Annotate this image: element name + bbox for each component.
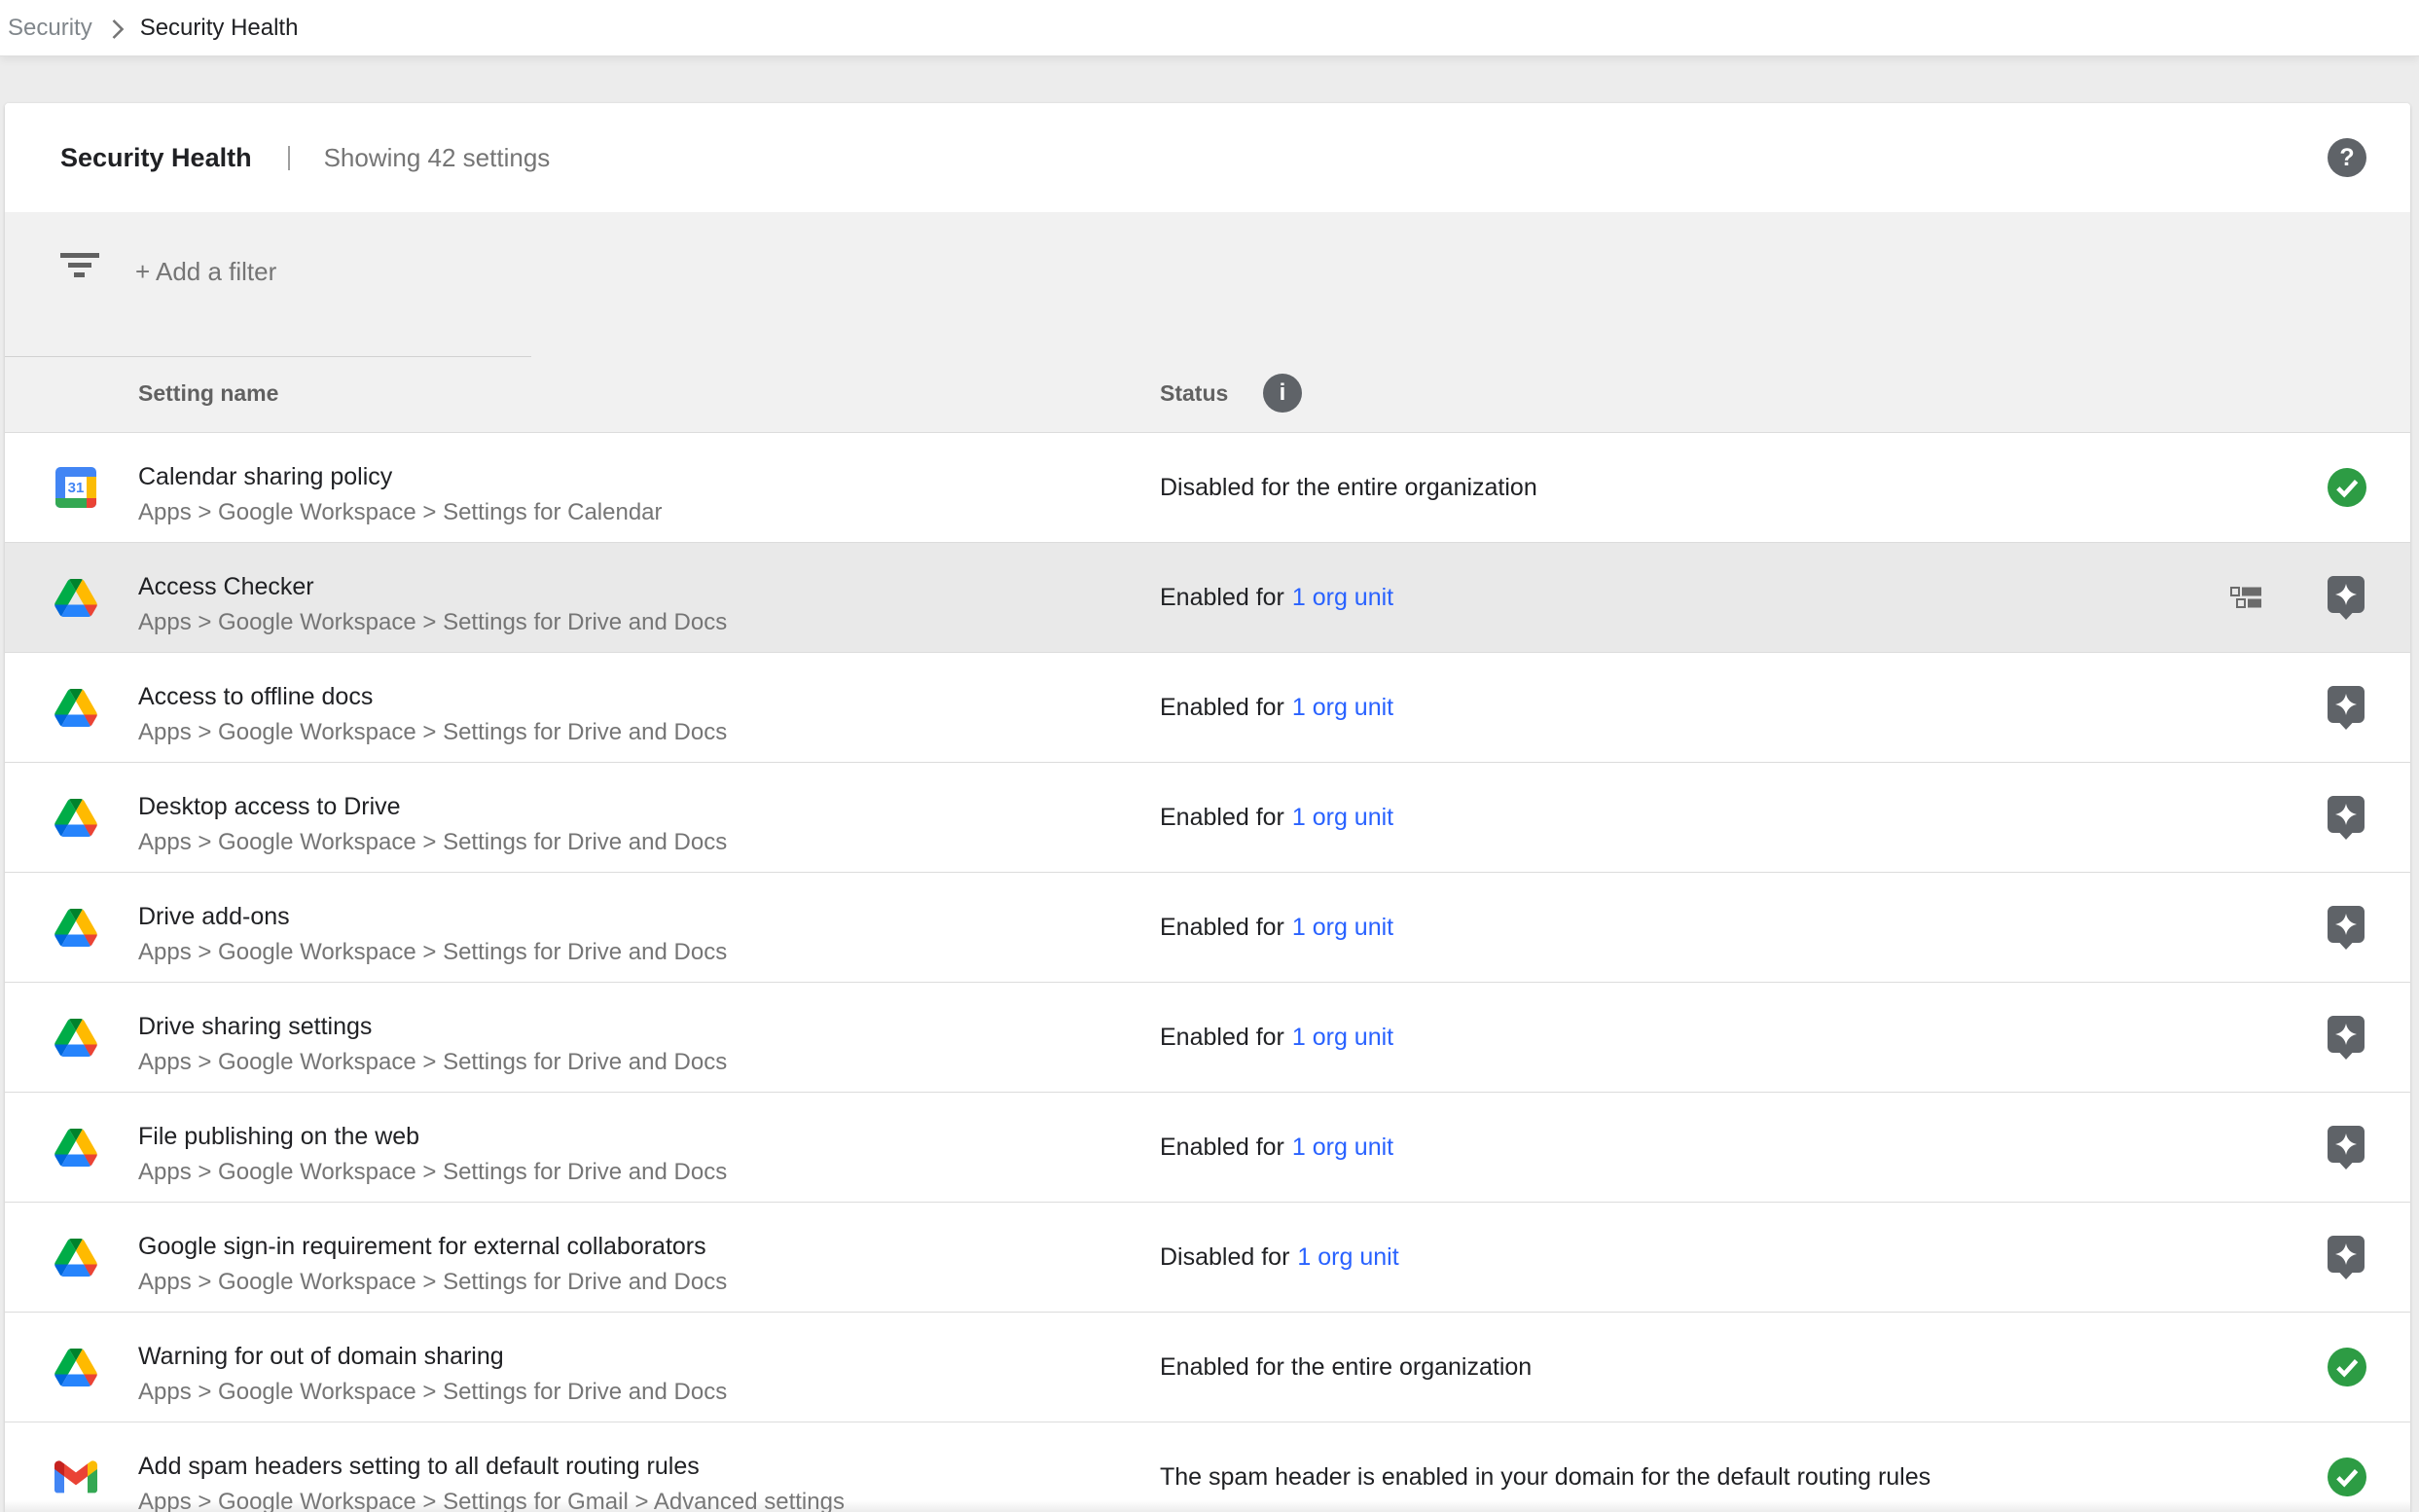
- setting-status: Disabled for 1 org unit: [1160, 1203, 1399, 1312]
- setting-path: Apps > Google Workspace > Settings for G…: [138, 1488, 845, 1512]
- setting-status: Enabled for 1 org unit: [1160, 983, 1393, 1092]
- setting-title: Drive sharing settings: [138, 1010, 372, 1043]
- setting-status: Enabled for 1 org unit: [1160, 543, 1393, 652]
- setting-row[interactable]: Add spam headers setting to all default …: [5, 1422, 2410, 1512]
- drive-icon: [54, 1126, 97, 1169]
- security-health-screen: Security Security Health Security Health…: [0, 0, 2419, 1512]
- drive-icon: [54, 576, 97, 619]
- setting-path: Apps > Google Workspace > Settings for D…: [138, 1158, 727, 1187]
- setting-path: Apps > Google Workspace > Settings for D…: [138, 1268, 727, 1297]
- setting-title: Calendar sharing policy: [138, 460, 392, 493]
- status-text: Enabled for: [1160, 694, 1284, 722]
- setting-row[interactable]: Drive add-ons Apps > Google Workspace > S…: [5, 873, 2410, 983]
- gmail-icon: [54, 1456, 97, 1498]
- settings-count-label: Showing 42 settings: [324, 143, 551, 173]
- org-unit-link[interactable]: 1 org unit: [1292, 804, 1393, 832]
- recommendation-icon[interactable]: [2328, 906, 2366, 950]
- status-text: Enabled for: [1160, 1024, 1284, 1052]
- status-text: Disabled for the entire organization: [1160, 474, 1537, 502]
- setting-row[interactable]: File publishing on the web Apps > Google …: [5, 1093, 2410, 1203]
- setting-status: Enabled for the entire organization: [1160, 1313, 1532, 1422]
- green-check-icon: [2328, 468, 2366, 507]
- setting-title: Warning for out of domain sharing: [138, 1340, 504, 1373]
- setting-row[interactable]: Warning for out of domain sharing Apps > …: [5, 1313, 2410, 1422]
- drive-icon: [54, 686, 97, 729]
- org-unit-link[interactable]: 1 org unit: [1292, 1024, 1393, 1052]
- setting-path: Apps > Google Workspace > Settings for D…: [138, 828, 727, 857]
- setting-row[interactable]: Google sign-in requirement for external …: [5, 1203, 2410, 1313]
- settings-table: 31 Calendar sharing policy Apps > Google W…: [5, 433, 2410, 1512]
- setting-path: Apps > Google Workspace > Settings for D…: [138, 608, 727, 637]
- setting-path: Apps > Google Workspace > Settings for D…: [138, 718, 727, 747]
- help-icon[interactable]: ?: [2328, 138, 2366, 177]
- setting-path: Apps > Google Workspace > Settings for D…: [138, 1378, 727, 1407]
- setting-status: Enabled for 1 org unit: [1160, 653, 1393, 762]
- status-text: Enabled for: [1160, 804, 1284, 832]
- org-unit-link[interactable]: 1 org unit: [1292, 1134, 1393, 1162]
- setting-status: Enabled for 1 org unit: [1160, 763, 1393, 872]
- setting-row[interactable]: Drive sharing settings Apps > Google Work…: [5, 983, 2410, 1093]
- drive-icon: [54, 1346, 97, 1388]
- status-text: Enabled for the entire organization: [1160, 1353, 1532, 1382]
- status-text: Enabled for: [1160, 584, 1284, 612]
- recommendation-icon[interactable]: [2328, 686, 2366, 730]
- security-health-card: Security Health Showing 42 settings ? + …: [5, 103, 2410, 1512]
- setting-status: Disabled for the entire organization: [1160, 433, 1537, 542]
- green-check-icon: [2328, 1348, 2366, 1386]
- org-unit-link[interactable]: 1 org unit: [1292, 914, 1393, 942]
- drive-icon: [54, 796, 97, 839]
- filter-divider: [5, 356, 531, 357]
- org-unit-scope-icon: [2230, 587, 2261, 613]
- setting-title: Drive add-ons: [138, 900, 290, 933]
- org-unit-link[interactable]: 1 org unit: [1297, 1243, 1398, 1272]
- card-header: Security Health Showing 42 settings ?: [5, 103, 2410, 212]
- setting-title: Access to offline docs: [138, 680, 373, 713]
- setting-row[interactable]: Access Checker Apps > Google Workspace > …: [5, 543, 2410, 653]
- recommendation-icon[interactable]: [2328, 1126, 2366, 1170]
- status-info-icon[interactable]: i: [1263, 374, 1302, 413]
- setting-path: Apps > Google Workspace > Settings for C…: [138, 498, 663, 527]
- status-text: Enabled for: [1160, 914, 1284, 942]
- recommendation-icon[interactable]: [2328, 796, 2366, 840]
- breadcrumb-current-page: Security Health: [140, 15, 299, 42]
- recommendation-icon[interactable]: [2328, 576, 2366, 620]
- setting-title: Google sign-in requirement for external …: [138, 1230, 706, 1263]
- setting-status: The spam header is enabled in your domai…: [1160, 1422, 1931, 1512]
- setting-path: Apps > Google Workspace > Settings for D…: [138, 1048, 727, 1077]
- recommendation-icon[interactable]: [2328, 1016, 2366, 1060]
- setting-title: File publishing on the web: [138, 1120, 419, 1153]
- setting-status: Enabled for 1 org unit: [1160, 873, 1393, 982]
- setting-row[interactable]: Access to offline docs Apps > Google Work…: [5, 653, 2410, 763]
- calendar-icon: 31: [54, 466, 97, 509]
- add-filter-button[interactable]: + Add a filter: [135, 256, 276, 287]
- setting-row[interactable]: Desktop access to Drive Apps > Google Wor…: [5, 763, 2410, 873]
- drive-icon: [54, 1016, 97, 1059]
- page-title: Security Health: [60, 143, 252, 173]
- column-header-setting-name: Setting name: [138, 378, 278, 408]
- filter-and-table-header: + Add a filter Setting name Status i: [5, 212, 2410, 433]
- org-unit-link[interactable]: 1 org unit: [1292, 694, 1393, 722]
- drive-icon: [54, 906, 97, 949]
- title-divider: [288, 146, 290, 170]
- chevron-right-icon: [111, 18, 125, 41]
- setting-title: Desktop access to Drive: [138, 790, 401, 823]
- breadcrumb-security-link[interactable]: Security: [8, 15, 92, 42]
- column-header-status: Status: [1160, 378, 1228, 408]
- setting-title: Access Checker: [138, 570, 314, 603]
- status-text: The spam header is enabled in your domai…: [1160, 1463, 1931, 1492]
- setting-path: Apps > Google Workspace > Settings for D…: [138, 938, 727, 967]
- status-text: Enabled for: [1160, 1134, 1284, 1162]
- drive-icon: [54, 1236, 97, 1278]
- setting-title: Add spam headers setting to all default …: [138, 1450, 700, 1483]
- setting-status: Enabled for 1 org unit: [1160, 1093, 1393, 1202]
- filter-icon[interactable]: [60, 253, 99, 282]
- breadcrumb: Security Security Health: [0, 0, 2419, 55]
- org-unit-link[interactable]: 1 org unit: [1292, 584, 1393, 612]
- green-check-icon: [2328, 1458, 2366, 1496]
- status-text: Disabled for: [1160, 1243, 1289, 1272]
- setting-row[interactable]: 31 Calendar sharing policy Apps > Google W…: [5, 433, 2410, 543]
- recommendation-icon[interactable]: [2328, 1236, 2366, 1279]
- svg-text:31: 31: [68, 480, 85, 496]
